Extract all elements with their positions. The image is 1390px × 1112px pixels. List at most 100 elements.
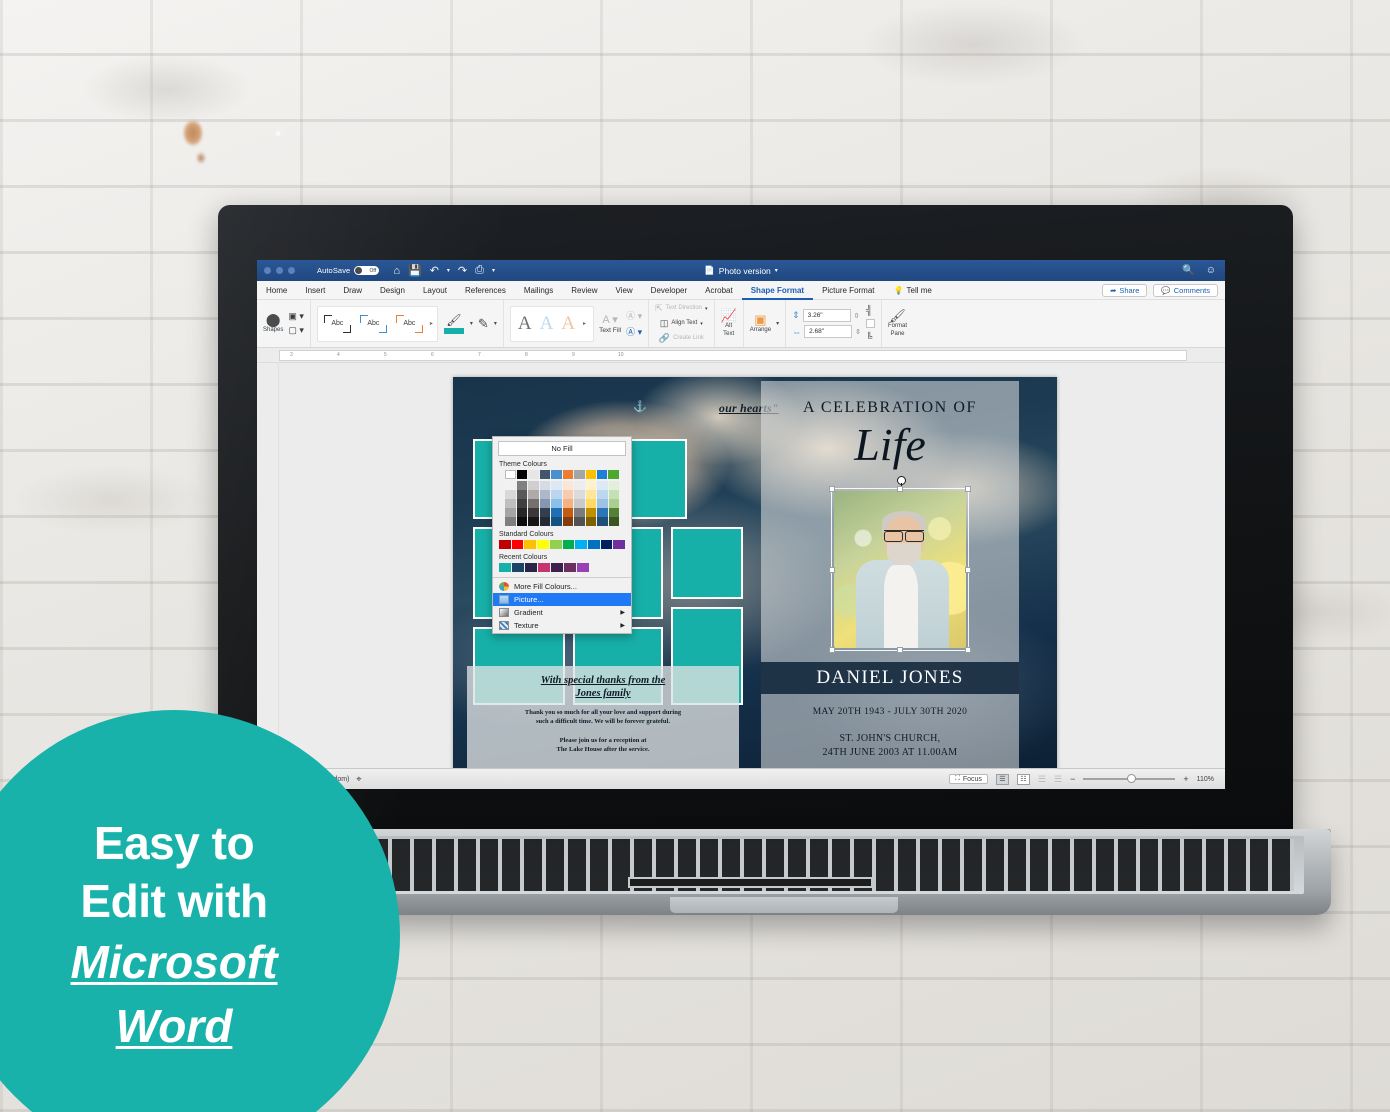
zoom-out-button[interactable]: − [1070,774,1075,784]
theme-variant-5-5[interactable] [551,517,562,526]
resize-handle-nw[interactable] [829,486,835,492]
ribbon-group-size[interactable]: ⇕ 3.26" ⇳ ⇔ 2.68" ⇳ ╣ ╚ [786,300,882,347]
theme-variant-5-4[interactable] [539,517,550,526]
theme-variant-5-3[interactable] [528,517,539,526]
theme-swatch-black[interactable] [516,470,528,479]
shape-style-1[interactable]: Abc [321,312,353,335]
customize-toolbar-icon[interactable]: ▾ [492,267,495,274]
read-mode-icon[interactable]: ☰ [1038,774,1046,785]
theme-variant-2-1[interactable] [505,490,516,499]
text-direction-dropdown-icon[interactable]: ▾ [705,306,708,312]
shape-style-3[interactable]: Abc [393,312,425,335]
status-bar-right[interactable]: ⛶ Focus ☰ ☷ ☰ ☰ − + 110% [948,773,1225,785]
outline-view-icon[interactable]: ☰ [1054,774,1062,785]
text-outline-icon[interactable]: Ⓐ ▾ [626,309,642,322]
theme-variant-4-9[interactable] [597,508,608,517]
title-bar-actions[interactable]: 🔍 ☺ [1182,265,1225,276]
width-stepper[interactable]: ⇳ [855,328,861,336]
account-icon[interactable]: ☺ [1206,265,1216,276]
theme-variant-5-10[interactable] [608,517,619,526]
theme-variant-row-1[interactable] [499,481,625,490]
theme-variant-3-2[interactable] [516,499,527,508]
resize-handle-n[interactable] [897,486,903,492]
standard-swatch-yellow[interactable] [537,540,549,549]
vertical-ruler[interactable] [257,363,279,768]
autosave-control[interactable]: AutoSave Off [317,266,380,275]
size-dialog-launcher[interactable] [865,319,875,328]
recent-swatch-mauve[interactable] [564,563,576,572]
theme-variant-4-7[interactable] [574,508,585,517]
resize-handle-w[interactable] [829,566,835,573]
resize-handle-se[interactable] [965,647,971,653]
arrange-button[interactable]: ▣ Arrange [750,313,771,334]
create-link-button[interactable]: 🔗 Create Link [655,332,707,345]
theme-variant-3-3[interactable] [528,499,539,508]
theme-variant-3-10[interactable] [608,499,619,508]
ribbon-right-actions[interactable]: ➦ Share 💬 Comments [1102,283,1225,297]
theme-variant-4-5[interactable] [551,508,562,517]
ribbon-group-shape-styles[interactable]: Abc Abc Abc ▸ 🖌 ▾ ✎ ▾ [311,300,504,347]
standard-swatch-green[interactable] [562,540,575,549]
comments-button[interactable]: 💬 Comments [1153,283,1218,297]
recent-swatch-teal[interactable] [499,563,511,572]
theme-swatch-brightblue[interactable] [597,470,608,479]
ribbon-group-format-pane[interactable]: 🖌 Format Pane [882,300,913,347]
standard-swatch-blue[interactable] [587,540,600,549]
wordart-more-icon[interactable]: ▸ [583,320,586,327]
ribbon-group-wordart[interactable]: A A A ▸ A ▾ Text Fill Ⓐ ▾ Ⓐ ▾ [504,300,650,347]
text-direction-button[interactable]: ⇱ Text Direction ▾ [655,302,707,315]
share-button[interactable]: ➦ Share [1102,283,1148,297]
theme-variant-5-9[interactable] [597,517,608,526]
recent-swatch-violet[interactable] [577,563,589,572]
theme-variant-row-5[interactable] [499,517,625,526]
theme-variant-5-2[interactable] [516,517,527,526]
tab-developer[interactable]: Developer [642,281,696,300]
crop-bottom-right-icon[interactable]: ╚ [866,332,875,342]
height-stepper[interactable]: ⇳ [854,312,860,320]
quick-access-toolbar[interactable]: ⌂ 💾 ↶ ▾ ↷ ⎙ ▾ [393,264,495,277]
focus-button[interactable]: ⛶ Focus [948,774,988,784]
alt-text-button[interactable]: 📈 Alt Text [721,309,737,338]
save-icon[interactable]: 💾 [408,264,422,277]
ribbon-group-text[interactable]: ⇱ Text Direction ▾ ◫ Align Text ▾ 🔗 Crea… [649,300,715,347]
theme-variant-2-9[interactable] [597,490,608,499]
theme-colours-grid[interactable] [493,470,631,526]
redo-icon[interactable]: ↷ [458,264,467,277]
text-effects-icon[interactable]: Ⓐ ▾ [626,325,642,338]
theme-variant-2-10[interactable] [608,490,619,499]
theme-variant-1-2[interactable] [516,481,527,490]
recent-swatch-plum[interactable] [551,563,563,572]
name-banner[interactable]: DANIEL JONES [761,662,1019,694]
standard-swatch-lightblue[interactable] [575,540,587,549]
zoom-icon[interactable] [288,267,295,274]
zoom-slider[interactable] [1083,774,1176,783]
shape-styles-gallery[interactable]: Abc Abc Abc ▸ [316,305,438,342]
theme-variant-row-4[interactable] [499,508,625,517]
tab-mailings[interactable]: Mailings [515,281,562,300]
theme-variant-2-4[interactable] [539,490,550,499]
gradient-item[interactable]: Gradient ▶ [493,606,631,619]
standard-swatch-darkred[interactable] [499,540,511,549]
texture-item[interactable]: Texture ▶ [493,619,631,632]
theme-variant-row-3[interactable] [499,499,625,508]
theme-variant-3-1[interactable] [505,499,516,508]
theme-variant-5-1[interactable] [505,517,516,526]
recent-swatch-pink[interactable] [538,563,550,572]
tab-design[interactable]: Design [371,281,414,300]
theme-swatch-lightgrey[interactable] [528,470,539,479]
undo-dropdown-icon[interactable]: ▾ [447,267,450,274]
theme-variant-1-9[interactable] [597,481,608,490]
theme-variant-5-7[interactable] [574,517,585,526]
theme-variant-1-10[interactable] [608,481,619,490]
theme-swatch-white[interactable] [505,470,516,479]
tab-review[interactable]: Review [562,281,606,300]
recent-swatch-darkpurple[interactable] [525,563,537,572]
close-icon[interactable] [264,267,271,274]
autosave-toggle[interactable]: Off [354,266,380,275]
undo-icon[interactable]: ↶ [430,264,439,277]
minimize-icon[interactable] [276,267,283,274]
theme-variant-2-7[interactable] [574,490,585,499]
align-text-button[interactable]: ◫ Align Text ▾ [655,317,707,330]
document-canvas[interactable]: our hearts" With special thanks from the… [279,363,1225,768]
theme-variant-4-1[interactable] [505,508,516,517]
